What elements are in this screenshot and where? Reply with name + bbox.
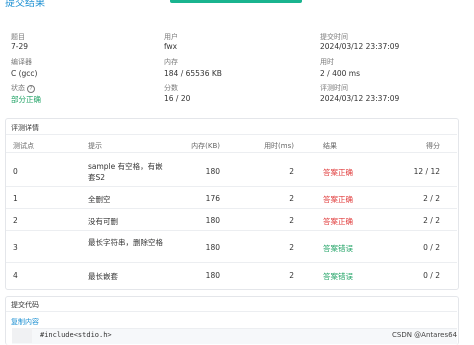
row-divider bbox=[6, 186, 457, 187]
row4-id: 4 bbox=[13, 271, 18, 280]
row4-time: 2 bbox=[289, 271, 294, 280]
row0-id: 0 bbox=[13, 167, 18, 176]
row2-id: 2 bbox=[13, 216, 18, 225]
row0-hint: sample 有空格，有嵌套S2 bbox=[88, 162, 163, 182]
details-panel bbox=[5, 118, 459, 290]
code-title: 提交代码 bbox=[11, 301, 39, 309]
row4-memory: 180 bbox=[205, 271, 220, 280]
col-score: 得分 bbox=[426, 142, 440, 150]
row2-memory: 180 bbox=[205, 216, 220, 225]
row1-id: 1 bbox=[13, 194, 18, 203]
row4-hint: 最长嵌套 bbox=[88, 272, 118, 281]
row4-score: 0 / 2 bbox=[423, 271, 440, 280]
row2-time: 2 bbox=[289, 216, 294, 225]
score-value: 16 / 20 bbox=[164, 94, 191, 103]
row0-result[interactable]: 答案正确 bbox=[323, 167, 353, 178]
progress-bar bbox=[170, 0, 302, 3]
row2-hint: 没有可删 bbox=[88, 217, 118, 226]
submit-time-label: 提交时间 bbox=[320, 33, 348, 41]
row1-hint: 全删空 bbox=[88, 195, 111, 204]
row-divider bbox=[6, 230, 457, 231]
header-divider bbox=[6, 152, 457, 153]
judge-time-label: 评测时间 bbox=[320, 84, 348, 92]
user-label: 用户 bbox=[164, 33, 178, 41]
score-label: 分数 bbox=[164, 84, 178, 92]
help-icon[interactable]: ? bbox=[27, 84, 35, 93]
time-value: 2 / 400 ms bbox=[320, 69, 360, 78]
row3-score: 0 / 2 bbox=[423, 243, 440, 252]
details-divider bbox=[6, 134, 457, 135]
col-time: 用时(ms) bbox=[264, 142, 294, 150]
judge-time-value: 2024/03/12 23:37:09 bbox=[320, 94, 400, 103]
row1-result[interactable]: 答案正确 bbox=[323, 194, 353, 205]
compiler-label: 编译器 bbox=[11, 58, 32, 66]
problem-label: 题目 bbox=[11, 33, 25, 41]
watermark: CSDN @Antares64 bbox=[392, 331, 458, 339]
copy-content-link[interactable]: 复制内容 bbox=[11, 317, 39, 327]
page-title[interactable]: 提交结果 bbox=[5, 0, 45, 9]
status-value: 部分正确 bbox=[11, 95, 41, 104]
row1-score: 2 / 2 bbox=[423, 194, 440, 203]
row0-time: 2 bbox=[289, 167, 294, 176]
row3-id: 3 bbox=[13, 243, 18, 252]
row3-hint: 最长字符串，删除空格 bbox=[88, 238, 163, 247]
code-line-1: #include<stdio.h> bbox=[40, 331, 112, 339]
code-gutter bbox=[12, 328, 32, 343]
row4-result[interactable]: 答案错误 bbox=[323, 271, 353, 282]
status-label-wrap: 状态? bbox=[11, 83, 35, 93]
row2-score: 2 / 2 bbox=[423, 216, 440, 225]
row1-time: 2 bbox=[289, 194, 294, 203]
compiler-value: C (gcc) bbox=[11, 69, 38, 78]
code-divider bbox=[6, 311, 457, 312]
status-label: 状态 bbox=[11, 84, 25, 92]
details-title: 评测详情 bbox=[11, 124, 39, 132]
row-divider bbox=[6, 208, 457, 209]
col-result: 结果 bbox=[323, 142, 337, 150]
row2-result[interactable]: 答案正确 bbox=[323, 216, 353, 227]
row1-memory: 176 bbox=[205, 194, 220, 203]
row3-time: 2 bbox=[289, 243, 294, 252]
col-hint: 提示 bbox=[88, 142, 102, 150]
user-value: fwx bbox=[164, 42, 178, 51]
row0-memory: 180 bbox=[205, 167, 220, 176]
memory-value: 184 / 65536 KB bbox=[164, 69, 222, 78]
col-id: 测试点 bbox=[13, 142, 34, 150]
row-divider bbox=[6, 262, 457, 263]
time-label: 用时 bbox=[320, 58, 334, 66]
row3-result[interactable]: 答案错误 bbox=[323, 243, 353, 254]
problem-value: 7-29 bbox=[11, 42, 29, 51]
col-memory: 内存(KB) bbox=[191, 142, 220, 150]
row3-memory: 180 bbox=[205, 243, 220, 252]
submit-time-value: 2024/03/12 23:37:09 bbox=[320, 42, 400, 51]
row0-score: 12 / 12 bbox=[413, 167, 440, 176]
memory-label: 内存 bbox=[164, 58, 178, 66]
